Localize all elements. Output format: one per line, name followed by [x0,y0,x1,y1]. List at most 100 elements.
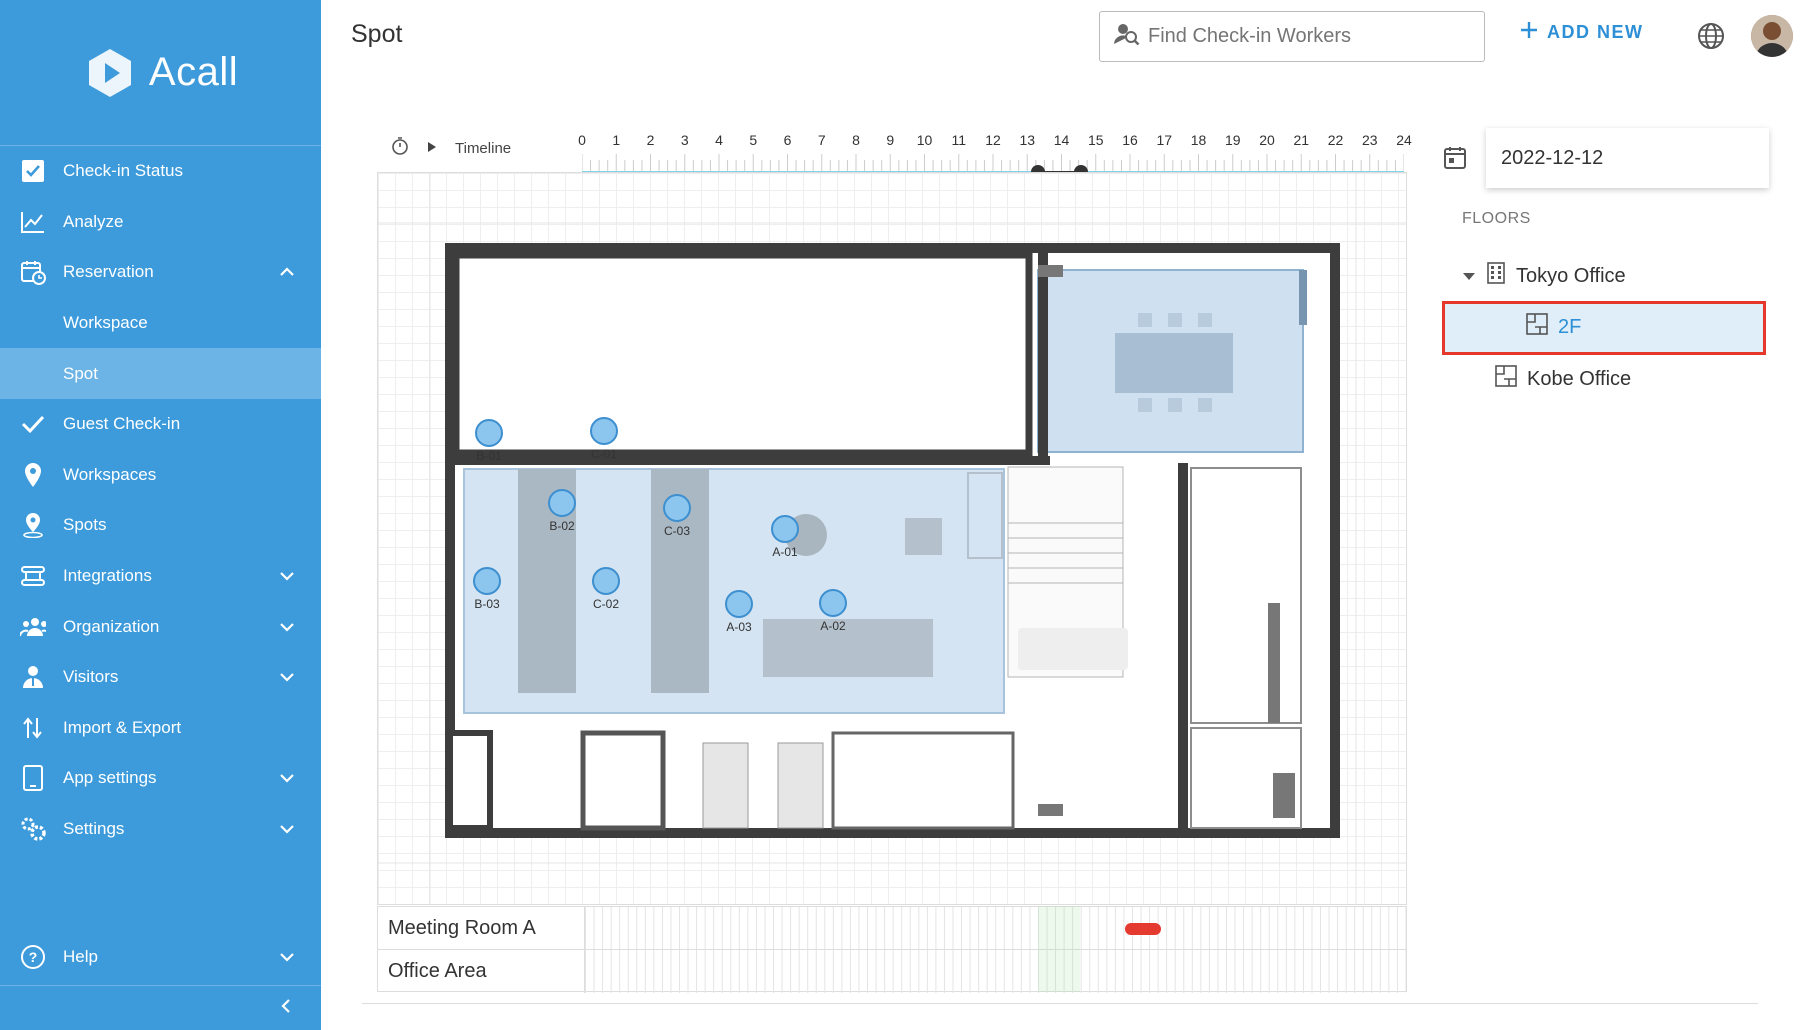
spot-label: A-01 [772,545,798,559]
spot-label: B-03 [474,597,500,611]
sidebar-collapse-button[interactable] [0,985,321,1030]
sidebar-item-label: App settings [63,768,157,788]
sidebar-item-help[interactable]: ? Help [0,932,321,983]
add-new-label: ADD NEW [1547,22,1644,42]
timeline-hour-label: 16 [1122,132,1138,148]
timeline-hour-label: 22 [1327,132,1344,148]
spot-label: A-03 [726,620,752,634]
timeline-hour-label: 18 [1190,132,1207,148]
date-field[interactable]: 2022-12-12 [1486,128,1769,188]
svg-text:?: ? [29,949,38,965]
spot-label: C-03 [663,524,690,538]
play-icon[interactable] [427,140,437,157]
timeline-hour-label: 19 [1224,132,1241,148]
chevron-up-icon[interactable] [279,262,295,282]
caret-down-icon[interactable] [1462,265,1476,288]
chevron-down-icon[interactable] [279,819,295,839]
timeline-hour-label: 4 [715,132,723,148]
tree-item-kobe-office[interactable]: Kobe Office [1495,365,1631,393]
help-icon: ? [20,944,46,970]
sidebar-item-workspace[interactable]: Workspace [0,298,321,349]
reservation-row[interactable]: Meeting Room A [378,907,1406,950]
reservation-track[interactable] [585,950,1406,993]
sidebar-item-import-export[interactable]: Import & Export [0,703,321,754]
timeline-hour-label: 9 [886,132,895,148]
sidebar-item-check-in-status[interactable]: Check-in Status [0,146,321,197]
pin-icon [20,462,46,488]
spot-marker[interactable] [592,567,620,595]
add-new-button[interactable]: ADD NEW [1519,20,1644,45]
sidebar-item-label: Check-in Status [63,161,183,181]
spot-marker[interactable] [590,417,618,445]
sidebar-item-integrations[interactable]: Integrations [0,551,321,602]
chart-line-icon [20,209,46,235]
gears-icon [20,816,46,842]
timeline-hour-label: 5 [749,132,758,148]
spot-marker[interactable] [548,489,576,517]
spot-label: A-02 [820,619,846,633]
globe-icon[interactable] [1697,22,1725,55]
tree-item-tokyo-office[interactable]: Tokyo Office [1462,262,1626,290]
sidebar-item-analyze[interactable]: Analyze [0,197,321,248]
main-content: Spot ADD NEW Timeline 012345678910111213… [321,0,1800,1030]
sidebar-item-spot[interactable]: Spot [0,348,321,399]
spot-marker[interactable] [473,567,501,595]
reservation-row-label: Office Area [378,950,585,993]
search-box[interactable] [1099,11,1485,62]
timeline-hour-label: 12 [985,132,1001,148]
sidebar-item-reservation[interactable]: Reservation [0,247,321,298]
people-icon [20,614,46,640]
sidebar-item-label: Integrations [63,566,152,586]
spot-marker[interactable] [725,590,753,618]
tree-item-label: Kobe Office [1527,367,1632,390]
tree-item-2f[interactable]: 2F [1526,313,1581,341]
search-input[interactable] [1148,25,1468,48]
reservation-track[interactable] [585,907,1406,949]
sidebar-item-workspaces[interactable]: Workspaces [0,450,321,501]
timeline-hour-label: 8 [852,132,860,148]
chevron-down-icon[interactable] [279,667,295,687]
brand[interactable]: Acall [0,0,321,146]
reservation-row[interactable]: Office Area [378,950,1406,993]
calendar-icon[interactable] [1444,146,1466,175]
chevron-down-icon[interactable] [279,768,295,788]
tree-item-label: 2F [1558,315,1582,338]
sidebar-item-guest-check-in[interactable]: Guest Check-in [0,399,321,450]
sidebar-item-label: Spot [63,363,98,383]
sidebar: Acall Check-in Status Analyze Reservatio… [0,0,321,1030]
sidebar-item-visitors[interactable]: Visitors [0,652,321,703]
avatar[interactable] [1751,15,1793,57]
spot-marker[interactable] [663,494,691,522]
floor-plan-canvas[interactable]: B-01 C-01 B-02 C-03 A-01 B-03 C-02 A-03 A-02 [377,172,1407,905]
sidebar-item-app-settings[interactable]: App settings [0,753,321,804]
chevron-down-icon[interactable] [279,947,295,967]
sidebar-item-label: Analyze [63,211,124,231]
sidebar-item-organization[interactable]: Organization [0,601,321,652]
timeline-hour-label: 13 [1019,132,1036,148]
timeline-hour-label: 10 [916,132,933,148]
spot-marker[interactable] [819,589,847,617]
timer-icon[interactable] [391,137,409,159]
spot-label: C-01 [590,447,617,461]
timeline-hour-label: 17 [1156,132,1173,148]
chevron-down-icon[interactable] [279,617,295,637]
reservation-bar[interactable] [1125,923,1161,935]
chevron-down-icon[interactable] [279,566,295,586]
integrations-icon [20,563,46,589]
floor-selection-highlight [1442,301,1766,355]
floor-plan [378,173,1406,904]
timeline-hour-label: 0 [578,132,586,148]
import-export-icon [20,715,46,741]
sidebar-item-spots[interactable]: Spots [0,500,321,551]
timeline-hours: 0 1 2 3 4 5 6 7 8 9 10 11 12 13 14 15 16 17 18 19 20 21 22 23 24 [578,132,1412,148]
chevron-left-icon [281,998,291,1019]
acall-logo-icon [88,48,131,97]
sidebar-item-label: Reservation [63,262,154,282]
floor-plan-icon [1526,313,1548,341]
sidebar-item-settings[interactable]: Settings [0,804,321,855]
spot-marker[interactable] [475,419,503,447]
sidebar-item-label: Workspaces [63,464,157,484]
sidebar-item-label: Help [63,947,98,967]
spot-marker[interactable] [771,515,799,543]
timeline-hour-label: 11 [951,132,967,148]
